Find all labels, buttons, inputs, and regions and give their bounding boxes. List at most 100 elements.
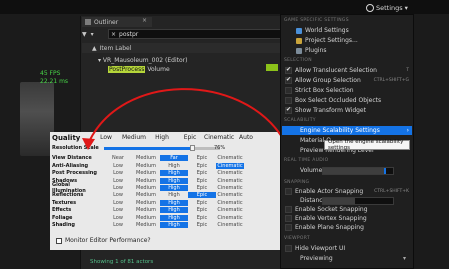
chevron-down-icon[interactable]: ▾ bbox=[91, 31, 94, 38]
scalability-row-label: Textures bbox=[52, 199, 77, 206]
scalability-option-button[interactable]: High bbox=[160, 177, 188, 184]
section-snapping: SNAPPING bbox=[284, 180, 310, 185]
clear-search-icon[interactable]: × bbox=[111, 31, 116, 38]
scalability-option-button[interactable]: Medium bbox=[132, 178, 160, 184]
tree-level-row[interactable]: ▾ VR_Mausoleum_002 (Editor) bbox=[98, 57, 187, 64]
scalability-option-button[interactable]: Cinematic bbox=[216, 192, 244, 198]
scalability-option-button[interactable]: Low bbox=[104, 200, 132, 206]
menu-box-occluded[interactable]: Box Select Occluded Objects bbox=[282, 96, 412, 105]
distance-slider[interactable] bbox=[322, 197, 394, 205]
scalability-option-button[interactable]: Epic bbox=[188, 163, 216, 169]
scalability-option-button[interactable]: Low bbox=[104, 222, 132, 228]
scalability-option-button[interactable]: Cinematic bbox=[216, 222, 244, 228]
volume-slider[interactable] bbox=[322, 167, 394, 175]
scalability-option-button[interactable]: Epic bbox=[188, 170, 216, 176]
scalability-option-button[interactable]: Epic bbox=[188, 215, 216, 221]
scalability-option-button[interactable]: Cinematic bbox=[216, 162, 244, 169]
menu-plugins[interactable]: Plugins bbox=[282, 46, 412, 55]
scalability-option-button[interactable]: Low bbox=[104, 170, 132, 176]
checkbox-icon[interactable] bbox=[285, 87, 292, 94]
scalability-option-button[interactable]: Medium bbox=[132, 185, 160, 191]
outliner-status: Showing 1 of 81 actors bbox=[90, 259, 154, 265]
allow-translucent-label: Allow Translucent Selection bbox=[295, 67, 377, 74]
checkbox-icon[interactable] bbox=[285, 188, 292, 195]
menu-show-transform[interactable]: Show Transform Widget bbox=[282, 106, 412, 115]
scalability-option-button[interactable]: High bbox=[160, 214, 188, 221]
menu-socket-snapping[interactable]: Enable Socket Snapping bbox=[282, 205, 412, 214]
scalability-row: Effects Low Medium High Epic Cinematic bbox=[52, 207, 280, 214]
scalability-option-button[interactable]: Low bbox=[104, 185, 132, 191]
scalability-option-button[interactable]: Medium bbox=[132, 163, 160, 169]
scalability-option-button[interactable]: Medium bbox=[132, 170, 160, 176]
scalability-option-button[interactable]: Epic bbox=[188, 207, 216, 213]
search-value: postpr bbox=[119, 30, 139, 38]
scalability-option-button[interactable]: Medium bbox=[132, 192, 160, 198]
scalability-option-button[interactable]: Cinematic bbox=[216, 178, 244, 184]
monitor-performance-checkbox[interactable] bbox=[56, 237, 62, 244]
menu-plane-snapping[interactable]: Enable Plane Snapping bbox=[282, 223, 412, 232]
scalability-option-button[interactable]: Cinematic bbox=[216, 185, 244, 191]
scalability-option-button[interactable]: Low bbox=[104, 215, 132, 221]
scalability-option-button[interactable]: High bbox=[160, 221, 188, 228]
scalability-option-button[interactable]: Cinematic bbox=[216, 215, 244, 221]
scalability-option-button[interactable]: Medium bbox=[132, 222, 160, 228]
scalability-option-button[interactable]: High bbox=[160, 192, 188, 198]
item-label-header: Item Label bbox=[99, 44, 132, 52]
menu-hide-viewport-ui[interactable]: Hide Viewport UI bbox=[282, 244, 412, 253]
scalability-option-button[interactable]: Cinematic bbox=[216, 170, 244, 176]
scalability-option-button[interactable]: Epic bbox=[188, 200, 216, 206]
menu-engine-scalability[interactable]: Engine Scalability Settings › bbox=[282, 126, 412, 135]
section-scalability: SCALABILITY bbox=[284, 118, 316, 123]
scalability-row: Global Illumination Low Medium High Epic Cine… bbox=[52, 182, 280, 194]
checkbox-icon[interactable] bbox=[285, 224, 292, 231]
checkbox-icon[interactable] bbox=[285, 97, 292, 104]
menu-actor-snapping[interactable]: Enable Actor Snapping CTRL+SHIFT+K bbox=[282, 187, 412, 196]
checkbox-icon[interactable] bbox=[285, 215, 292, 222]
settings-button[interactable]: Settings ▾ bbox=[366, 2, 412, 13]
actor-label-rest: Volume bbox=[147, 66, 170, 73]
tree-actor-row[interactable]: PostProcess Volume bbox=[108, 66, 170, 73]
scalability-option-button[interactable]: Low bbox=[104, 207, 132, 213]
scalability-option-button[interactable]: Epic bbox=[188, 192, 216, 199]
menu-allow-translucent[interactable]: Allow Translucent Selection T bbox=[282, 66, 412, 75]
scalability-option-button[interactable]: Low bbox=[104, 178, 132, 184]
checkbox-icon[interactable] bbox=[285, 76, 292, 84]
socket-snapping-label: Enable Socket Snapping bbox=[295, 206, 368, 213]
allow-group-label: Allow Group Selection bbox=[295, 77, 361, 84]
menu-vertex-snapping[interactable]: Enable Vertex Snapping bbox=[282, 214, 412, 223]
scalability-option-button[interactable]: Epic bbox=[188, 222, 216, 228]
scalability-option-button[interactable]: High bbox=[160, 207, 188, 214]
scalability-option-button[interactable]: High bbox=[160, 199, 188, 206]
plug-icon bbox=[296, 47, 302, 54]
scalability-option-button[interactable]: High bbox=[160, 170, 188, 177]
menu-world-settings[interactable]: World Settings bbox=[282, 26, 412, 35]
actor-snapping-label: Enable Actor Snapping bbox=[295, 188, 364, 195]
scalability-option-button[interactable]: Cinematic bbox=[216, 200, 244, 206]
scalability-option-button[interactable]: Medium bbox=[132, 207, 160, 213]
menu-strict-box[interactable]: Strict Box Selection bbox=[282, 86, 412, 95]
checkbox-icon[interactable] bbox=[285, 66, 292, 74]
scalability-option-button[interactable]: Cinematic bbox=[216, 207, 244, 213]
menu-allow-group[interactable]: Allow Group Selection CTRL+SHIFT+G bbox=[282, 76, 412, 85]
filter-icon[interactable]: ▼ bbox=[82, 31, 87, 38]
outliner-search-input[interactable]: × postpr bbox=[108, 29, 288, 39]
scalability-row: Reflections Low Medium High Epic Cinematic bbox=[52, 192, 280, 199]
scalability-option-button[interactable]: Low bbox=[104, 163, 132, 169]
scalability-option-button[interactable]: Epic bbox=[188, 185, 216, 191]
scalability-option-button[interactable]: Medium bbox=[132, 215, 160, 221]
checkbox-icon[interactable] bbox=[285, 106, 292, 114]
scalability-option-button[interactable]: Epic bbox=[188, 178, 216, 184]
project-settings-label: Project Settings... bbox=[305, 37, 358, 44]
chevron-down-icon: ▾ bbox=[404, 3, 408, 12]
checkbox-icon[interactable] bbox=[285, 245, 292, 252]
scalability-option-button[interactable]: High bbox=[160, 184, 188, 191]
checkbox-icon[interactable] bbox=[285, 206, 292, 213]
outliner-column-header[interactable]: ▲ Item Label bbox=[82, 43, 292, 53]
scalability-option-button[interactable]: Medium bbox=[132, 200, 160, 206]
menu-previewing[interactable]: Previewing ▾ bbox=[282, 254, 412, 263]
scalability-option-button[interactable]: High bbox=[160, 163, 188, 169]
menu-project-settings[interactable]: Project Settings... bbox=[282, 36, 412, 45]
monitor-performance-row[interactable]: Monitor Editor Performance? bbox=[56, 237, 151, 244]
scalability-option-button[interactable]: Low bbox=[104, 192, 132, 198]
close-icon[interactable]: × bbox=[142, 17, 147, 24]
